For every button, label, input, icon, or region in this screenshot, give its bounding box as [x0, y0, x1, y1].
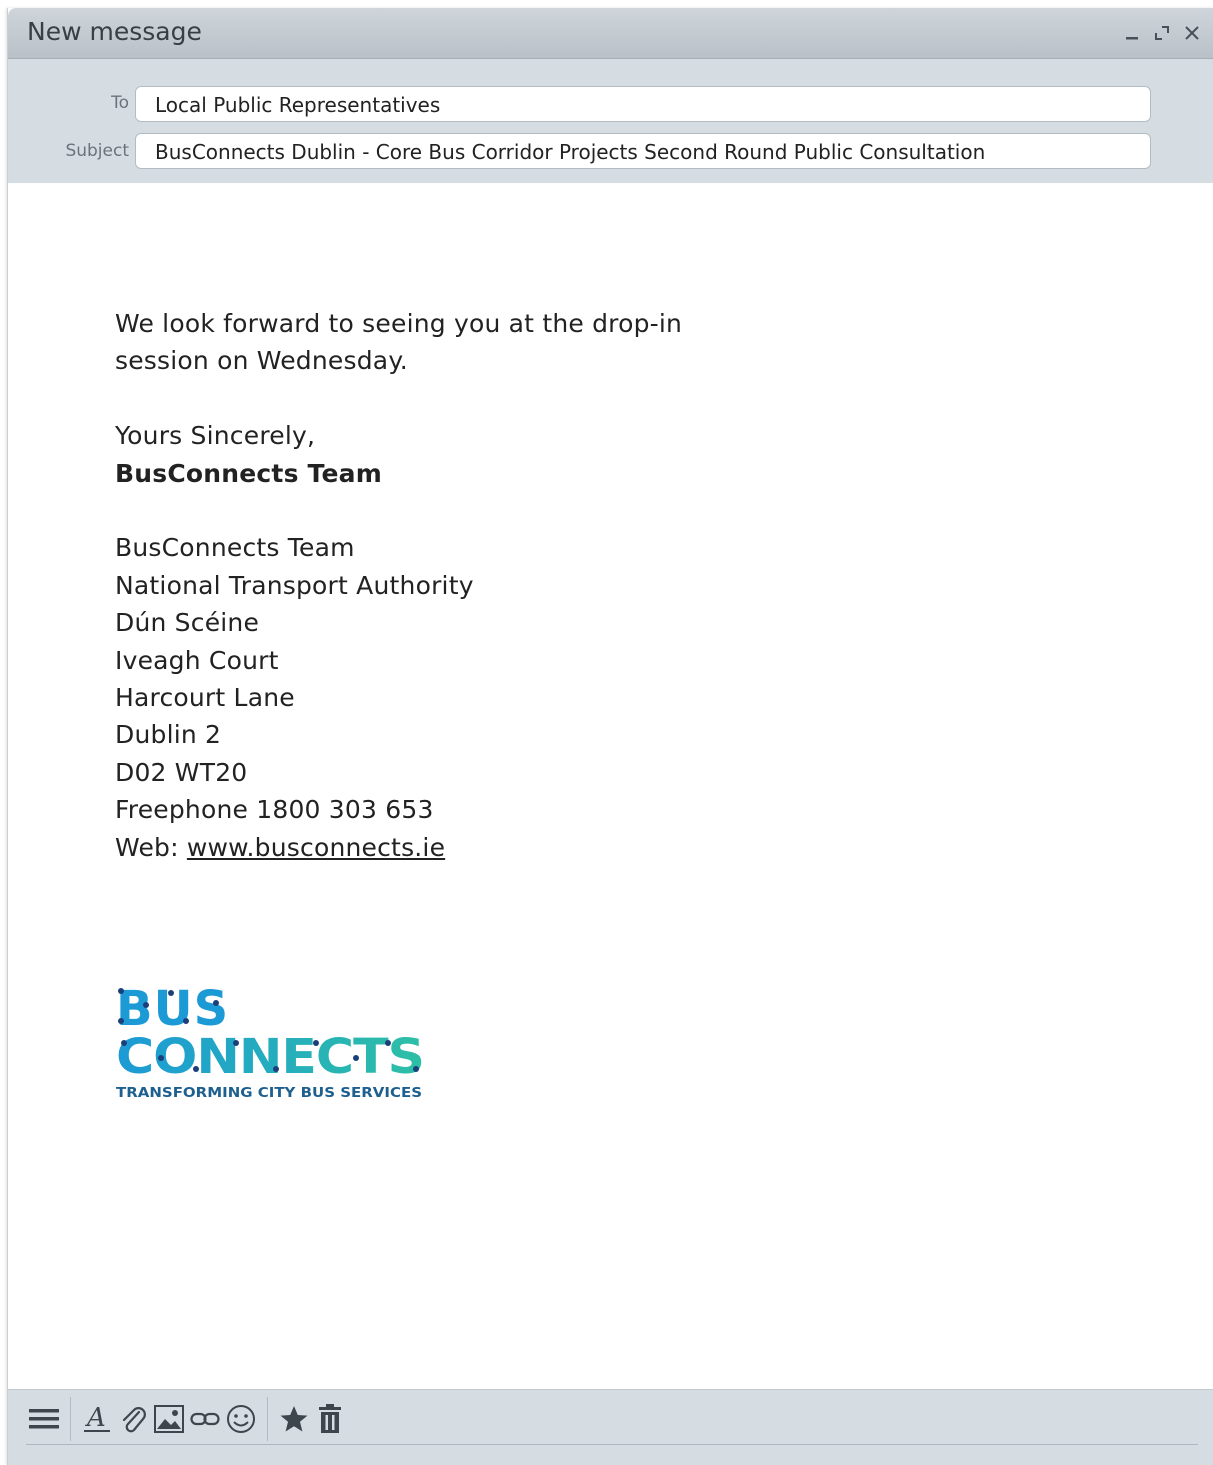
subject-label: Subject: [65, 141, 129, 161]
close-icon[interactable]: [1180, 20, 1204, 46]
title-bar[interactable]: New message: [8, 8, 1213, 59]
address-line: D02 WT20: [115, 757, 248, 787]
compose-window: New message To Local Public Representati…: [7, 8, 1213, 1465]
body-line: session on Wednesday.: [115, 346, 408, 376]
attachment-icon[interactable]: [115, 1401, 151, 1437]
address-line: Iveagh Court: [115, 645, 279, 675]
address-line: BusConnects Team: [115, 533, 355, 563]
address-line: Harcourt Lane: [115, 683, 295, 713]
trash-icon[interactable]: [312, 1401, 348, 1437]
text-format-icon[interactable]: A: [79, 1401, 115, 1437]
message-body[interactable]: We look forward to seeing you at the dro…: [8, 183, 1213, 1390]
emoji-icon[interactable]: [223, 1401, 259, 1437]
sender-name: BusConnects Team: [115, 458, 382, 488]
compose-toolbar: A: [8, 1389, 1213, 1465]
image-icon[interactable]: [151, 1401, 187, 1437]
svg-text:A: A: [85, 1404, 106, 1433]
busconnects-logo: BUS CONNECTS TRANSFORMING CITY BUS SERVI…: [116, 981, 436, 1117]
web-line: Web: www.busconnects.ie: [115, 832, 446, 862]
address-line: Freephone 1800 303 653: [115, 795, 434, 825]
toolbar-divider: [267, 1397, 268, 1441]
link-icon[interactable]: [187, 1401, 223, 1437]
address-line: Dublin 2: [115, 720, 222, 750]
body-line: We look forward to seeing you at the dro…: [115, 309, 683, 338]
window-title: New message: [27, 17, 202, 46]
toolbar-divider: [70, 1397, 71, 1441]
star-icon[interactable]: [276, 1401, 312, 1437]
website-link[interactable]: www.busconnects.ie: [187, 833, 445, 862]
logo-tagline: TRANSFORMING CITY BUS SERVICES: [116, 1085, 422, 1101]
expand-icon[interactable]: [1150, 20, 1174, 46]
address-line: Dún Scéine: [115, 608, 260, 638]
subject-field[interactable]: BusConnects Dublin - Core Bus Corridor P…: [135, 133, 1151, 169]
compose-header: To Local Public Representatives Subject …: [8, 59, 1213, 183]
toolbar-rule: [26, 1444, 1198, 1445]
menu-icon[interactable]: [26, 1401, 62, 1437]
message-text: We look forward to seeing you at the dro…: [115, 305, 682, 866]
address-line: National Transport Authority: [115, 570, 474, 600]
window-controls: [1120, 20, 1204, 46]
closing-line: Yours Sincerely,: [115, 421, 316, 451]
to-label: To: [111, 93, 129, 113]
to-field[interactable]: Local Public Representatives: [135, 86, 1151, 122]
minimize-icon[interactable]: [1120, 20, 1144, 46]
